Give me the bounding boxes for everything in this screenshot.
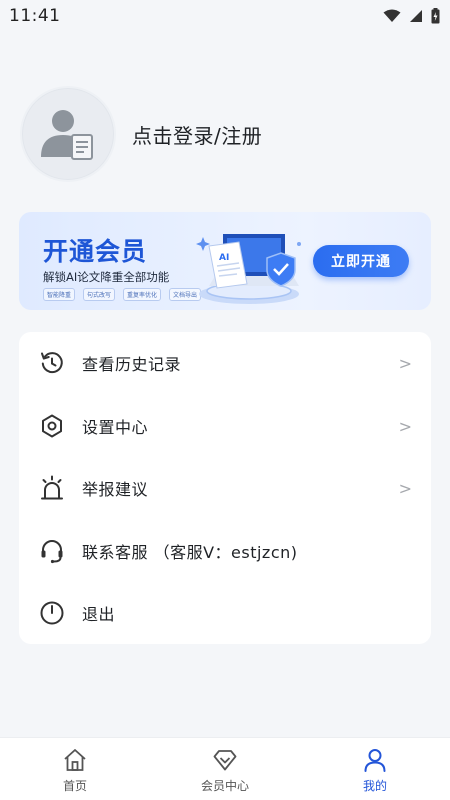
profile-screen: 11:41 点击登录/注册 开通会员 解锁AI论文降重全部功能 智能降重 句式改… [0, 0, 450, 800]
avatar-icon [41, 110, 93, 160]
menu-card: 查看历史记录 > 设置中心 > 举报建议 > 联系客服 （客服V：estjzcn… [19, 332, 431, 644]
activate-vip-button[interactable]: 立即开通 [313, 245, 409, 277]
menu-item-history[interactable]: 查看历史记录 > [19, 338, 431, 388]
vip-tag: 智能降重 [43, 288, 76, 301]
headset-icon [38, 537, 66, 565]
user-icon [364, 749, 386, 772]
wifi-icon [383, 9, 401, 22]
signal-icon [410, 10, 422, 22]
vip-tag: 句式改写 [83, 288, 116, 301]
login-register-link[interactable]: 点击登录/注册 [132, 120, 262, 149]
nav-vip-center[interactable]: 会员中心 [150, 738, 300, 800]
menu-label: 联系客服 （客服V：estjzcn) [82, 543, 298, 562]
menu-label: 举报建议 [82, 480, 149, 499]
vip-banner[interactable]: 开通会员 解锁AI论文降重全部功能 智能降重 句式改写 重复率优化 文档导出 A… [19, 212, 431, 310]
nav-home[interactable]: 首页 [0, 738, 150, 800]
nav-label: 我的 [362, 779, 387, 793]
avatar[interactable] [20, 86, 116, 182]
vip-tags: 智能降重 句式改写 重复率优化 文档导出 [43, 288, 202, 301]
settings-icon [38, 412, 66, 440]
menu-item-settings[interactable]: 设置中心 > [19, 401, 431, 451]
vip-subtitle: 解锁AI论文降重全部功能 [43, 270, 170, 284]
diamond-icon [213, 750, 237, 771]
laptop-ai-illustration: AI [196, 234, 301, 304]
menu-label: 退出 [82, 605, 116, 624]
menu-item-report[interactable]: 举报建议 > [19, 463, 431, 513]
alarm-icon [38, 474, 66, 502]
nav-label: 首页 [62, 779, 87, 793]
history-icon [38, 349, 66, 377]
battery-icon [431, 8, 440, 24]
login-profile[interactable]: 点击登录/注册 [20, 86, 262, 182]
menu-item-logout[interactable]: 退出 [19, 588, 431, 638]
status-bar: 11:41 [0, 0, 450, 32]
menu-label: 设置中心 [82, 418, 149, 437]
nav-mine[interactable]: 我的 [300, 738, 450, 800]
power-icon [38, 599, 66, 627]
ai-illustration-text: AI [219, 253, 229, 263]
nav-label: 会员中心 [200, 779, 249, 793]
menu-label: 查看历史记录 [82, 355, 182, 374]
chevron-right-icon: > [398, 353, 412, 373]
vip-tag: 重复率优化 [123, 288, 162, 301]
vip-title: 开通会员 [43, 237, 148, 266]
home-icon [64, 749, 86, 771]
bottom-nav: 首页 会员中心 我的 [0, 737, 450, 800]
status-icons [383, 8, 440, 24]
chevron-right-icon: > [398, 416, 412, 436]
menu-item-customer-service[interactable]: 联系客服 （客服V：estjzcn) [19, 526, 431, 576]
status-time: 11:41 [9, 6, 61, 26]
chevron-right-icon: > [398, 478, 412, 498]
